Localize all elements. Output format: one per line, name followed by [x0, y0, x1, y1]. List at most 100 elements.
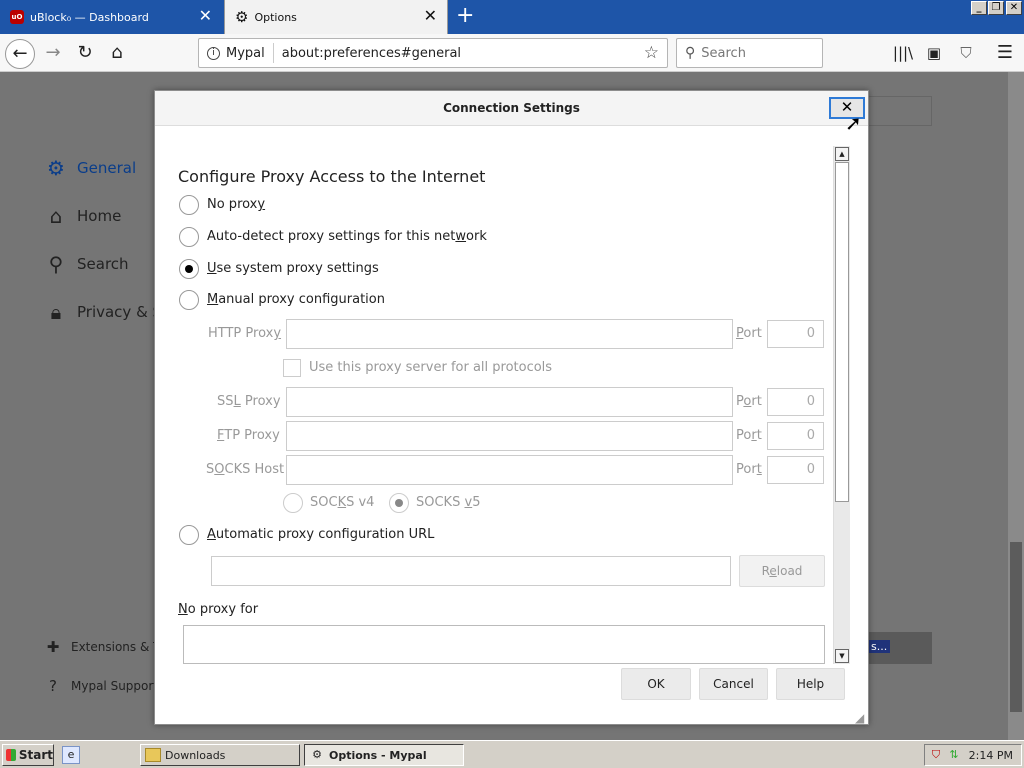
new-tab-button[interactable]: + — [456, 4, 474, 28]
background-button: s... — [868, 632, 932, 664]
socks-port-input[interactable]: 0 — [767, 456, 824, 484]
menu-icon[interactable]: ☰ — [994, 42, 1016, 64]
folder-icon — [145, 748, 161, 762]
http-port-input[interactable]: 0 — [767, 320, 824, 348]
library-icon[interactable]: |||\ — [892, 42, 914, 64]
label-auto-detect: Auto-detect proxy settings for this netw… — [207, 229, 487, 244]
dialog-title: Connection Settings — [155, 91, 868, 126]
tab-close-icon[interactable]: ✕ — [424, 8, 437, 24]
scroll-down-icon[interactable]: ▼ — [835, 649, 849, 663]
sidebar-item-home[interactable]: ⌂ Home — [44, 204, 122, 228]
home-button[interactable]: ⌂ — [106, 42, 128, 64]
sidebar-icon[interactable]: ▣ — [923, 42, 945, 64]
shield-tray-icon[interactable]: ⛉ — [929, 748, 943, 762]
sidebar-item-label: Search — [77, 255, 129, 273]
sidebar-item-label: Mypal Support — [71, 679, 159, 693]
search-bar[interactable]: ⚲ Search — [676, 38, 823, 68]
ublock-icon: uO — [10, 10, 24, 24]
label-ssl-proxy: SSL Proxy — [217, 394, 281, 409]
help-button[interactable]: Help — [776, 668, 845, 700]
taskbar-item-downloads[interactable]: Downloads — [140, 744, 300, 766]
share-proxy-checkbox[interactable] — [283, 359, 301, 377]
gear-icon: ⚙ — [47, 156, 65, 180]
ssl-port-input[interactable]: 0 — [767, 388, 824, 416]
system-tray: ⛉ ⇅ 2:14 PM — [924, 744, 1022, 766]
auto-config-url-input[interactable] — [211, 556, 731, 586]
resize-grip-icon[interactable]: ◢ — [855, 711, 864, 725]
gear-icon: ⚙ — [235, 8, 249, 26]
connection-settings-dialog: Connection Settings ✕ ➚ Configure Proxy … — [154, 90, 869, 725]
network-tray-icon[interactable]: ⇅ — [947, 748, 961, 762]
label-no-proxy-for: No proxy for — [178, 602, 259, 617]
sidebar-item-label: Extensions & T — [71, 640, 161, 654]
forward-button[interactable]: → — [42, 42, 64, 64]
ssl-proxy-input[interactable] — [286, 387, 733, 417]
start-button[interactable]: Start — [2, 744, 54, 766]
bookmark-star-icon[interactable]: ☆ — [644, 43, 659, 63]
taskbar-item-label: Options - Mypal — [329, 748, 427, 762]
label-system-proxy: Use system proxy settings — [207, 261, 379, 276]
identity-box[interactable]: i Mypal — [199, 43, 274, 63]
sidebar-item-search[interactable]: ⚲ Search — [44, 252, 129, 276]
radio-auto-config-url[interactable] — [179, 525, 199, 545]
label-ftp-port: Port — [736, 428, 762, 443]
radio-auto-detect[interactable] — [179, 227, 199, 247]
back-button[interactable]: ← — [5, 39, 35, 69]
quick-launch-icon[interactable]: e — [62, 746, 80, 764]
ok-button[interactable]: OK — [621, 668, 691, 700]
cancel-button[interactable]: Cancel — [699, 668, 768, 700]
label-manual-proxy: Manual proxy configuration — [207, 292, 385, 307]
tab-label: uBlock₀ — Dashboard — [30, 10, 149, 24]
url-text[interactable]: about:preferences#general — [274, 46, 644, 61]
background-button-label: s... — [868, 640, 891, 653]
clock: 2:14 PM — [968, 748, 1013, 762]
sidebar-item-extensions[interactable]: ✚ Extensions & T — [44, 638, 161, 656]
sidebar-item-support[interactable]: ? Mypal Support — [44, 677, 158, 695]
socks-host-input[interactable] — [286, 455, 733, 485]
tab-ublock-dashboard[interactable]: uO uBlock₀ — Dashboard ✕ — [0, 0, 222, 34]
sidebar-item-label: Home — [77, 207, 122, 225]
tab-close-icon[interactable]: ✕ — [199, 8, 212, 24]
taskbar: Start e Downloads ⚙ Options - Mypal ⛉ ⇅ … — [0, 740, 1024, 768]
label-ssl-port: Port — [736, 394, 762, 409]
radio-socks-v5[interactable] — [389, 493, 409, 513]
page-scrollbar[interactable] — [1008, 72, 1024, 740]
label-auto-config-url: Automatic proxy configuration URL — [207, 527, 435, 542]
nav-bar: ← → ↻ ⌂ i Mypal about:preferences#genera… — [0, 34, 1024, 72]
url-bar[interactable]: i Mypal about:preferences#general ☆ — [198, 38, 668, 68]
http-proxy-input[interactable] — [286, 319, 733, 349]
reload-button[interactable]: ↻ — [74, 42, 96, 64]
scroll-thumb[interactable] — [835, 162, 849, 502]
ftp-port-input[interactable]: 0 — [767, 422, 824, 450]
minimize-button[interactable]: _ — [971, 1, 987, 15]
scroll-up-icon[interactable]: ▲ — [835, 147, 849, 161]
ftp-proxy-input[interactable] — [286, 421, 733, 451]
help-icon: ? — [49, 677, 57, 695]
taskbar-item-label: Downloads — [165, 748, 226, 762]
scroll-thumb[interactable] — [1010, 542, 1022, 712]
info-icon: i — [207, 46, 220, 60]
search-icon: ⚲ — [48, 252, 64, 276]
radio-system-proxy[interactable] — [179, 259, 199, 279]
restore-button[interactable]: ❐ — [988, 1, 1004, 15]
tab-options[interactable]: ⚙ Options ✕ — [224, 0, 448, 34]
search-placeholder: Search — [701, 45, 746, 61]
label-share-proxy: Use this proxy server for all protocols — [309, 360, 553, 375]
tab-label: Options — [254, 10, 297, 24]
sidebar-item-privacy[interactable]: 🔒︎ Privacy & Se — [44, 300, 172, 324]
radio-socks-v4[interactable] — [283, 493, 303, 513]
ublock-shield-icon[interactable]: ⛉ — [955, 42, 977, 64]
label-http-port: Port — [736, 326, 762, 341]
sidebar-item-general[interactable]: ⚙ General — [44, 156, 136, 180]
radio-manual-proxy[interactable] — [179, 290, 199, 310]
no-proxy-for-textarea[interactable] — [183, 625, 825, 664]
label-ftp-proxy: FTP Proxy — [217, 428, 280, 443]
label-socks-port: Port — [736, 462, 762, 477]
reload-button[interactable]: Reload — [739, 555, 825, 587]
window-close-button[interactable]: ✕ — [1006, 1, 1022, 15]
taskbar-item-options-mypal[interactable]: ⚙ Options - Mypal — [304, 744, 464, 766]
dialog-scrollbar[interactable]: ▲ ▼ — [833, 146, 850, 664]
label-http-proxy: HTTP Proxy — [208, 326, 282, 341]
radio-no-proxy[interactable] — [179, 195, 199, 215]
lock-icon: 🔒︎ — [50, 300, 62, 324]
